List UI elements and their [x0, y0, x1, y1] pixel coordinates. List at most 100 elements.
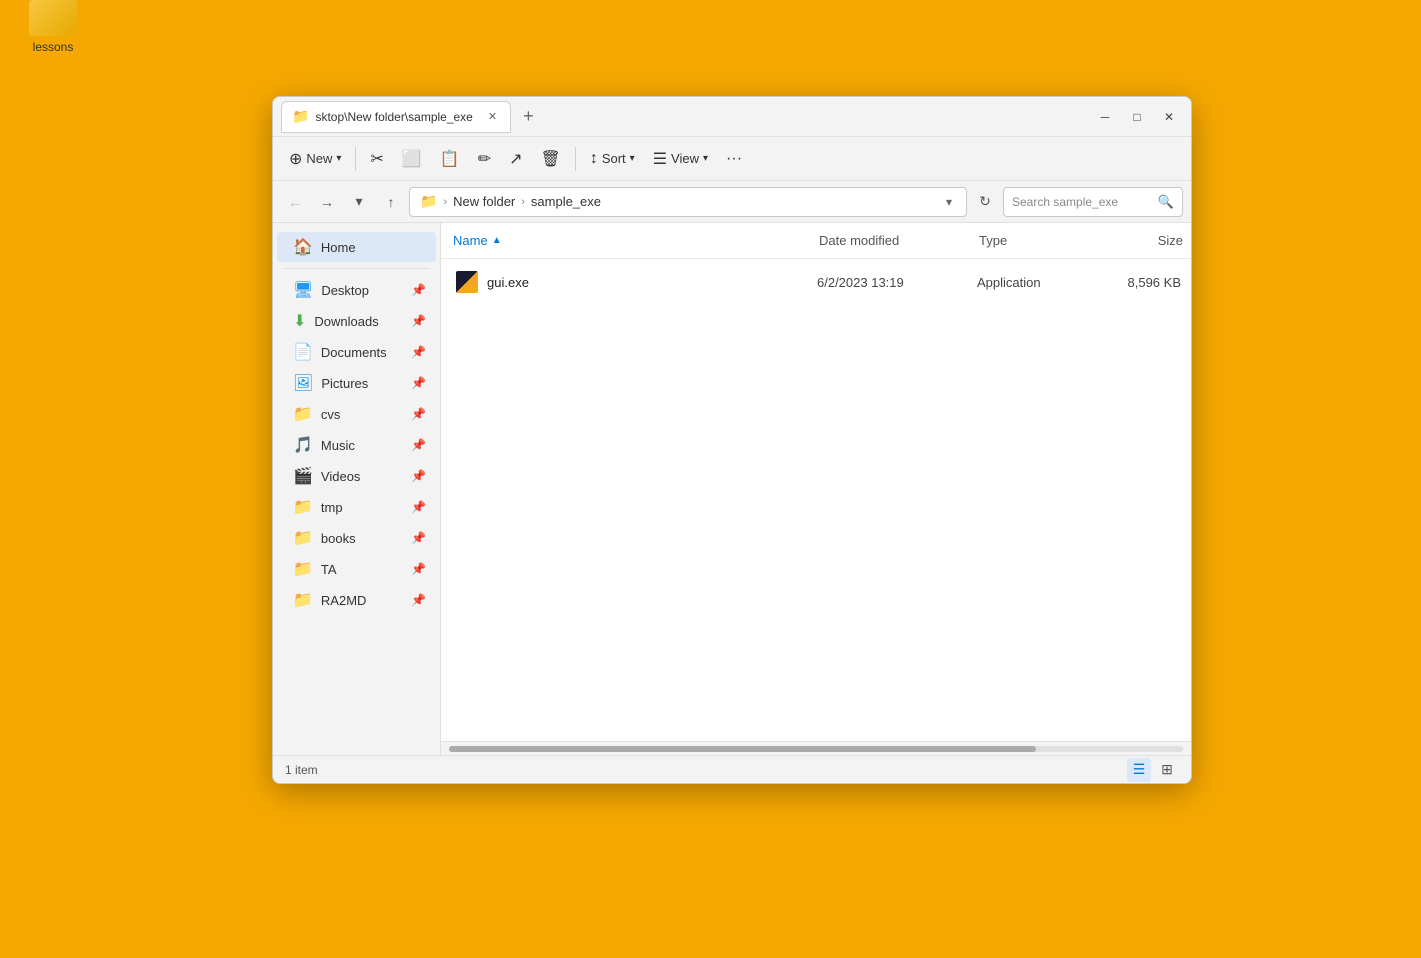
sidebar-downloads-pin: 📌: [411, 314, 426, 328]
desktop-icon-lessons[interactable]: lessons: [18, 0, 88, 54]
addr-dropdown-button[interactable]: ▾: [942, 193, 956, 211]
sidebar-item-desktop[interactable]: 🖥 Desktop 📌: [277, 275, 436, 305]
new-icon: ⊕: [289, 149, 302, 169]
sidebar-item-videos[interactable]: 🎬 Videos 📌: [277, 461, 436, 491]
desktop-icon-image: [29, 0, 77, 36]
back-button[interactable]: ←: [281, 188, 309, 216]
tab-close-button[interactable]: ✕: [485, 109, 500, 124]
forward-button[interactable]: →: [313, 188, 341, 216]
home-icon: 🏠: [293, 237, 313, 257]
sidebar-videos-label: Videos: [321, 469, 403, 484]
file-icon: [455, 270, 479, 294]
tmp-sidebar-icon: 📁: [293, 497, 313, 517]
copy-icon: ⬜: [402, 149, 422, 169]
share-button[interactable]: ↗: [501, 144, 530, 174]
rename-icon: ✏: [478, 149, 491, 169]
paste-button[interactable]: 📋: [432, 144, 468, 174]
sort-label: Sort: [602, 151, 626, 166]
more-button[interactable]: ···: [718, 145, 750, 173]
sidebar-item-downloads[interactable]: ⬇ Downloads 📌: [277, 306, 436, 336]
share-icon: ↗: [509, 149, 522, 169]
sidebar-item-home[interactable]: 🏠 Home: [277, 232, 436, 262]
recent-button[interactable]: ▾: [345, 188, 373, 216]
addr-folder-icon: 📁: [420, 193, 437, 210]
view-label: View: [671, 151, 699, 166]
sidebar-item-ta[interactable]: 📁 TA 📌: [277, 554, 436, 584]
addressbar-row: ← → ▾ ↑ 📁 › New folder › sample_exe ▾ ↻ …: [273, 181, 1191, 223]
up-button[interactable]: ↑: [377, 188, 405, 216]
rename-button[interactable]: ✏: [470, 144, 499, 174]
scrollbar-thumb[interactable]: [449, 746, 1036, 752]
file-type: Application: [969, 271, 1089, 294]
delete-button[interactable]: 🗑: [533, 144, 569, 174]
sort-button[interactable]: ↕ Sort ▾: [582, 145, 643, 173]
search-placeholder-text: Search sample_exe: [1012, 195, 1152, 209]
sidebar-documents-pin: 📌: [411, 345, 426, 359]
sidebar-item-music[interactable]: 🎵 Music 📌: [277, 430, 436, 460]
close-button[interactable]: ✕: [1155, 103, 1183, 131]
toolbar-sep-1: [355, 147, 356, 171]
minimize-button[interactable]: ─: [1091, 103, 1119, 131]
sidebar-item-pictures[interactable]: 🖼 Pictures 📌: [277, 368, 436, 398]
table-row[interactable]: gui.exe 6/2/2023 13:19 Application 8,596…: [443, 260, 1189, 304]
toolbar-sep-2: [575, 147, 576, 171]
sidebar: 🏠 Home 🖥 Desktop 📌 ⬇ Downloads 📌 📄 Docum…: [273, 223, 441, 755]
sidebar-cvs-label: cvs: [321, 407, 403, 422]
sidebar-divider-1: [283, 268, 430, 269]
exe-file-icon: [456, 271, 478, 293]
delete-icon: 🗑: [541, 149, 561, 169]
paste-icon: 📋: [440, 149, 460, 169]
view-button[interactable]: ☰ View ▾: [645, 144, 716, 174]
sidebar-ta-pin: 📌: [411, 562, 426, 576]
new-button[interactable]: ⊕ New ▾: [281, 144, 349, 174]
col-date-label: Date modified: [819, 233, 899, 248]
col-type-label: Type: [979, 233, 1007, 248]
sidebar-desktop-label: Desktop: [321, 283, 403, 298]
search-icon: 🔍: [1158, 194, 1174, 210]
sidebar-pictures-pin: 📌: [411, 376, 426, 390]
col-size-header[interactable]: Size: [1091, 229, 1191, 252]
sidebar-pictures-label: Pictures: [321, 376, 403, 391]
grid-view-button[interactable]: ⊞: [1155, 758, 1179, 782]
music-sidebar-icon: 🎵: [293, 435, 313, 455]
col-date-header[interactable]: Date modified: [811, 229, 971, 252]
maximize-button[interactable]: □: [1123, 103, 1151, 131]
tab-folder-icon: 📁: [292, 108, 309, 125]
sidebar-item-books[interactable]: 📁 books 📌: [277, 523, 436, 553]
desktop-sidebar-icon: 🖥: [293, 280, 313, 300]
window-tab[interactable]: 📁 sktop\New folder\sample_exe ✕: [281, 101, 511, 133]
addr-chevron-2: ›: [521, 196, 525, 208]
col-name-header[interactable]: Name ▲: [441, 229, 811, 252]
col-size-label: Size: [1158, 233, 1183, 248]
sort-chevron-icon: ▾: [630, 153, 635, 164]
copy-button[interactable]: ⬜: [394, 144, 430, 174]
sidebar-item-cvs[interactable]: 📁 cvs 📌: [277, 399, 436, 429]
list-view-button[interactable]: ☰: [1127, 758, 1151, 782]
col-name-sort-icon: ▲: [492, 235, 502, 246]
sidebar-videos-pin: 📌: [411, 469, 426, 483]
new-label: New: [306, 151, 332, 166]
scrollbar-track: [449, 746, 1183, 752]
pictures-sidebar-icon: 🖼: [293, 373, 313, 393]
title-bar: 📁 sktop\New folder\sample_exe ✕ + ─ □ ✕: [273, 97, 1191, 137]
new-tab-button[interactable]: +: [517, 104, 540, 129]
sidebar-tmp-label: tmp: [321, 500, 403, 515]
sidebar-books-pin: 📌: [411, 531, 426, 545]
address-bar[interactable]: 📁 › New folder › sample_exe ▾: [409, 187, 967, 217]
search-box[interactable]: Search sample_exe 🔍: [1003, 187, 1183, 217]
sidebar-item-tmp[interactable]: 📁 tmp 📌: [277, 492, 436, 522]
sidebar-item-ra2md[interactable]: 📁 RA2MD 📌: [277, 585, 436, 615]
file-size: 8,596 KB: [1089, 271, 1189, 294]
col-type-header[interactable]: Type: [971, 229, 1091, 252]
file-explorer-window: 📁 sktop\New folder\sample_exe ✕ + ─ □ ✕ …: [272, 96, 1192, 784]
status-item-count: 1 item: [285, 763, 318, 777]
toolbar: ⊕ New ▾ ✂ ⬜ 📋 ✏ ↗ 🗑 ↕ Sort ▾ ☰: [273, 137, 1191, 181]
horizontal-scrollbar[interactable]: [441, 741, 1191, 755]
sidebar-item-documents[interactable]: 📄 Documents 📌: [277, 337, 436, 367]
view-chevron-icon: ▾: [703, 153, 708, 164]
sort-icon: ↕: [590, 150, 598, 168]
refresh-button[interactable]: ↻: [971, 188, 999, 216]
file-name-cell: gui.exe: [443, 266, 809, 298]
cut-button[interactable]: ✂: [362, 144, 391, 174]
sidebar-documents-label: Documents: [321, 345, 403, 360]
